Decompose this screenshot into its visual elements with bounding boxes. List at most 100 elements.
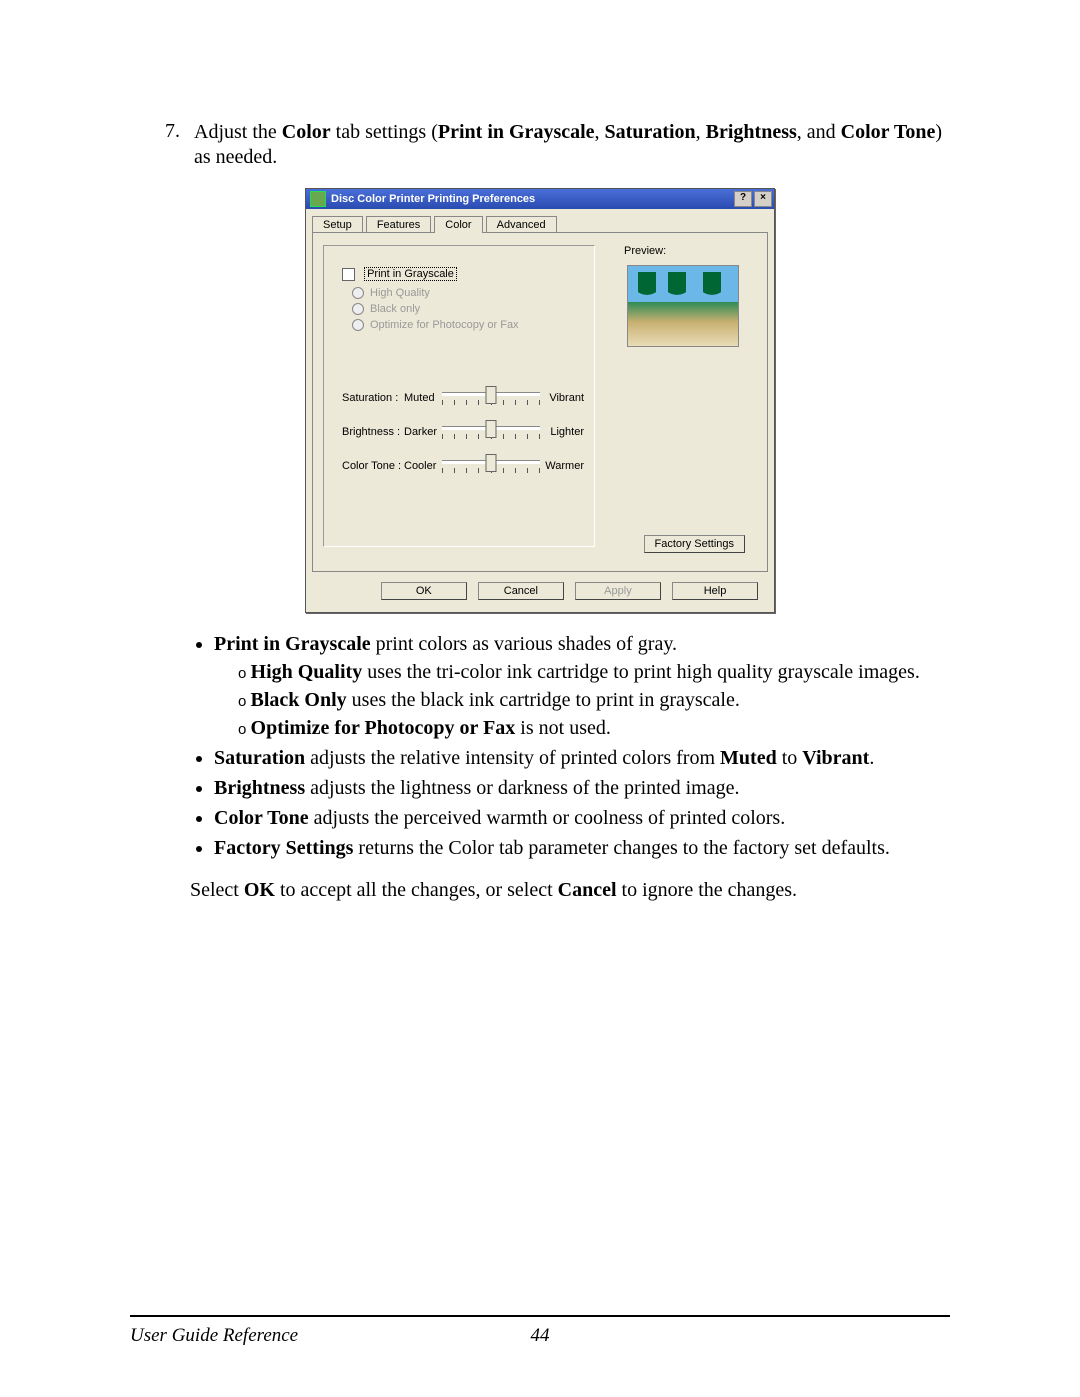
t: is not used. [515,717,611,739]
tab-features[interactable]: Features [366,216,431,233]
tab-setup[interactable]: Setup [312,216,363,233]
list-item: Print in Grayscale print colors as vario… [214,631,950,741]
t: Color Tone [214,807,309,829]
t: , [595,121,605,143]
t: Factory Settings [214,837,353,859]
slider-thumb-icon[interactable] [486,420,497,438]
slider-thumb-icon[interactable] [486,386,497,404]
final-paragraph: Select OK to accept all the changes, or … [190,879,950,902]
footer-left: User Guide Reference [130,1325,298,1347]
slider-brightness: Brightness : Darker Lighter [342,420,584,444]
t: Muted [720,747,777,769]
t: Print in Grayscale [214,633,371,655]
list-item: Brightness adjusts the lightness or dark… [214,775,950,801]
preview-image [627,265,739,347]
grayscale-checkbox[interactable] [342,268,355,281]
t: . [869,747,874,769]
t: Select [190,879,244,901]
slider-min: Darker [404,426,442,438]
page-number: 44 [531,1325,550,1347]
palm-icon [668,272,686,304]
slider-saturation: Saturation : Muted Vibrant [342,386,584,410]
saturation-slider[interactable] [442,386,540,410]
t: uses the tri-color ink cartridge to prin… [362,661,920,683]
t: Cancel [558,879,617,901]
slider-color-tone: Color Tone : Cooler Warmer [342,454,584,478]
radio-optimize[interactable] [352,319,364,331]
cancel-button[interactable]: Cancel [478,582,564,600]
ok-button[interactable]: OK [381,582,467,600]
app-icon [310,191,326,207]
slider-thumb-icon[interactable] [486,454,497,472]
t: adjusts the perceived warmth or coolness… [309,807,786,829]
list-item: Factory Settings returns the Color tab p… [214,835,950,861]
brightness-slider[interactable] [442,420,540,444]
t: Optimize for Photocopy or Fax [251,717,516,739]
page-footer: User Guide Reference 44 [130,1325,950,1347]
slider-label: Color Tone : [342,460,404,472]
t: Brightness [706,121,797,143]
slider-max: Lighter [540,426,584,438]
options-panel: Print in Grayscale High Quality Black on… [323,245,595,547]
color-tone-slider[interactable] [442,454,540,478]
t: OK [244,879,275,901]
help-button[interactable]: Help [672,582,758,600]
t: Black Only [251,689,347,711]
slider-min: Cooler [404,460,442,472]
dialog-buttons: OK Cancel Apply Help [306,572,774,612]
tab-advanced[interactable]: Advanced [486,216,557,233]
preview-group: Preview: [615,239,755,347]
step-number: 7. [130,120,194,170]
t: Adjust the [194,121,282,143]
list-item: Black Only uses the black ink cartridge … [238,687,950,713]
dialog-title: Disc Color Printer Printing Preferences [331,189,535,209]
t: Brightness [214,777,305,799]
close-icon[interactable]: × [754,191,772,207]
grayscale-radios: High Quality Black only Optimize for Pho… [352,287,594,331]
preferences-dialog: Disc Color Printer Printing Preferences … [305,188,775,613]
slider-label: Saturation : [342,392,404,404]
grayscale-label: Print in Grayscale [364,267,457,281]
t: High Quality [251,661,363,683]
list-item: Optimize for Photocopy or Fax is not use… [238,715,950,741]
radio-black-only[interactable] [352,303,364,315]
palm-icon [638,272,656,304]
titlebar: Disc Color Printer Printing Preferences … [306,189,774,209]
preview-label: Preview: [621,245,669,257]
palm-icon [703,272,721,304]
step-row: 7. Adjust the Color tab settings (Print … [130,120,950,170]
factory-settings-button[interactable]: Factory Settings [644,535,745,553]
sliders: Saturation : Muted Vibrant Brightness : … [342,376,584,488]
footer-rule [130,1315,950,1317]
slider-min: Muted [404,392,442,404]
t: , [696,121,706,143]
tab-bar: Setup Features Color Advanced [306,209,774,232]
list-item: High Quality uses the tri-color ink cart… [238,659,950,685]
list-item: Saturation adjusts the relative intensit… [214,745,950,771]
apply-button[interactable]: Apply [575,582,661,600]
t: adjusts the lightness or darkness of the… [305,777,739,799]
t: Vibrant [802,747,869,769]
tab-color[interactable]: Color [434,216,482,233]
radio-label: Black only [370,303,420,315]
explanation-bullets: Print in Grayscale print colors as vario… [190,631,950,861]
t: to accept all the changes, or select [275,879,558,901]
tab-panel: Print in Grayscale High Quality Black on… [312,232,768,572]
t: Saturation [605,121,696,143]
slider-max: Warmer [540,460,584,472]
radio-label: High Quality [370,287,430,299]
radio-high-quality[interactable] [352,287,364,299]
t: returns the Color tab parameter changes … [353,837,889,859]
t: tab settings ( [331,121,438,143]
t: print colors as various shades of gray. [371,633,677,655]
slider-max: Vibrant [540,392,584,404]
t: Print in Grayscale [438,121,595,143]
step-text: Adjust the Color tab settings (Print in … [194,120,950,170]
t: Saturation [214,747,305,769]
t: Color Tone [841,121,936,143]
slider-label: Brightness : [342,426,404,438]
t: , and [797,121,841,143]
grayscale-row: Print in Grayscale [342,268,594,281]
t: to ignore the changes. [617,879,798,901]
help-icon[interactable]: ? [734,191,752,207]
